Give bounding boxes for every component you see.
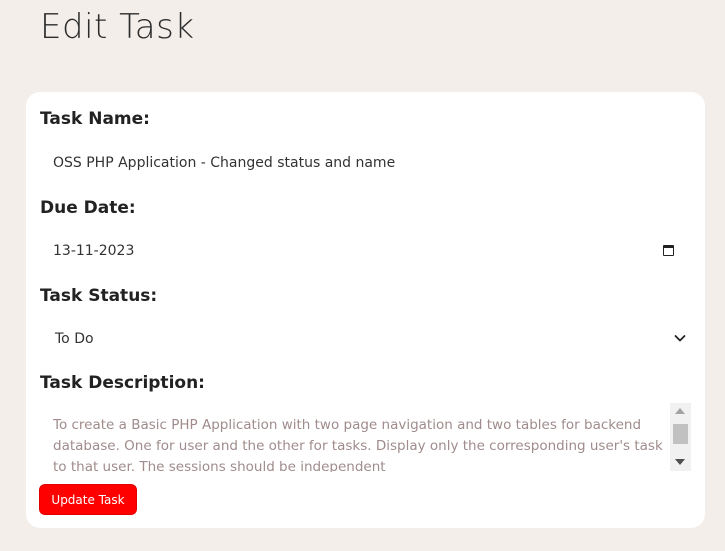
description-scrollbar[interactable] [670, 403, 691, 471]
task-name-input[interactable] [40, 148, 690, 178]
calendar-icon[interactable] [663, 245, 674, 256]
scroll-down-arrow-icon[interactable] [675, 459, 685, 465]
scroll-thumb[interactable] [673, 424, 688, 444]
task-status-select[interactable]: To Do [55, 329, 94, 349]
chevron-down-icon[interactable] [672, 330, 688, 346]
scroll-up-arrow-icon[interactable] [675, 408, 685, 414]
task-description-label: Task Description: [40, 373, 205, 393]
edit-task-form: Task Name: Due Date: 13-11-2023 Task Sta… [26, 92, 705, 528]
update-task-button[interactable]: Update Task [39, 484, 137, 515]
task-name-label: Task Name: [40, 109, 150, 129]
page-title: Edit Task [40, 7, 195, 47]
task-status-label: Task Status: [40, 286, 158, 306]
due-date-label: Due Date: [40, 198, 136, 218]
task-description-text[interactable]: To create a Basic PHP Application with t… [53, 415, 663, 472]
task-description-textarea[interactable]: To create a Basic PHP Application with t… [40, 402, 691, 472]
due-date-input[interactable]: 13-11-2023 [53, 241, 134, 261]
